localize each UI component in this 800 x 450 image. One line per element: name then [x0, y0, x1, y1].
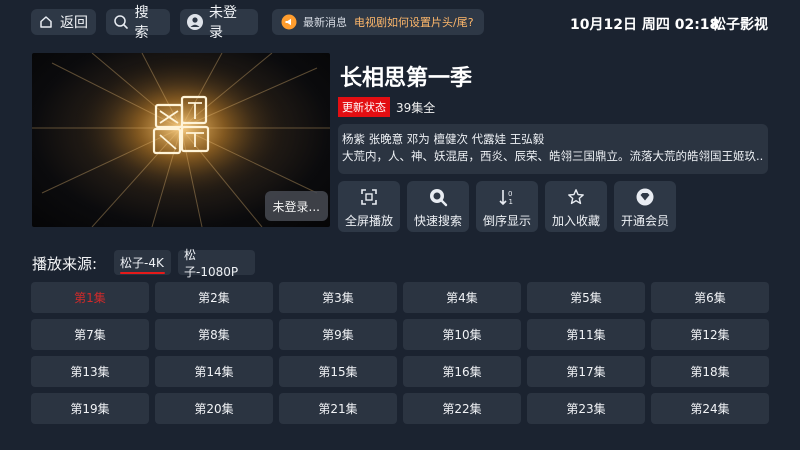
source-tab-label: 松子-4K: [120, 256, 164, 270]
episode-button[interactable]: 第11集: [527, 319, 645, 350]
selected-underline: [120, 272, 165, 274]
synopsis: 大荒内，人、神、妖混居，西炎、辰荣、皓翎三国鼎立。流落大荒的皓翎国王姬玖...: [342, 149, 764, 163]
episode-button[interactable]: 第16集: [403, 356, 521, 387]
fullscreen-icon: [359, 187, 379, 207]
source-tab-1080p[interactable]: 松子-1080P: [178, 248, 255, 279]
episode-button[interactable]: 第13集: [31, 356, 149, 387]
brand-name: 松子影视: [712, 17, 768, 33]
vip-button[interactable]: 开通会员: [614, 181, 676, 232]
star-icon: [566, 187, 586, 207]
episode-button[interactable]: 第19集: [31, 393, 149, 424]
action-bar: 全屏播放 快速搜索 01 倒序显示 加入收藏 开通会员: [338, 181, 676, 232]
news-text: 电视剧如何设置片头/尾?: [354, 16, 474, 29]
episode-button[interactable]: 第20集: [155, 393, 273, 424]
login-button[interactable]: 未登录: [180, 5, 258, 41]
episode-button[interactable]: 第21集: [279, 393, 397, 424]
episode-button[interactable]: 第3集: [279, 282, 397, 313]
action-label: 全屏播放: [344, 214, 393, 228]
episode-button[interactable]: 第8集: [155, 319, 273, 350]
episode-button[interactable]: 第24集: [651, 393, 769, 424]
search-label: 搜索: [134, 5, 149, 41]
user-icon: [186, 13, 204, 31]
status-row: 更新状态 39集全: [338, 97, 435, 117]
episode-button[interactable]: 第9集: [279, 319, 397, 350]
source-label: 播放来源:: [32, 255, 98, 273]
episode-button[interactable]: 第15集: [279, 356, 397, 387]
episode-button[interactable]: 第10集: [403, 319, 521, 350]
svg-text:0: 0: [508, 190, 512, 198]
show-title: 长相思第一季: [340, 66, 473, 91]
episode-button[interactable]: 第14集: [155, 356, 273, 387]
episode-grid: 第1集 第2集 第3集 第4集 第5集 第6集 第7集 第8集 第9集 第10集…: [31, 282, 769, 424]
search-icon: [112, 13, 130, 31]
vip-icon: [635, 187, 655, 207]
news-ticker[interactable]: 最新消息 电视剧如何设置片头/尾?: [272, 9, 484, 35]
search-button[interactable]: 搜索: [106, 5, 170, 41]
source-tab-label: 松子-1080P: [184, 247, 239, 279]
cast-list: 杨紫 张晚意 邓为 檀健次 代露娃 王弘毅: [342, 132, 545, 146]
back-label: 返回: [60, 15, 88, 31]
player-login-badge[interactable]: 未登录...: [264, 191, 328, 221]
reverse-order-button[interactable]: 01 倒序显示: [476, 181, 538, 232]
description-box[interactable]: 杨紫 张晚意 邓为 檀健次 代露娃 王弘毅 大荒内，人、神、妖混居，西炎、辰荣、…: [338, 124, 768, 174]
episode-button[interactable]: 第12集: [651, 319, 769, 350]
news-label: 最新消息: [303, 16, 347, 29]
episode-button[interactable]: 第2集: [155, 282, 273, 313]
episode-button[interactable]: 第22集: [403, 393, 521, 424]
episode-button[interactable]: 第23集: [527, 393, 645, 424]
episode-button[interactable]: 第4集: [403, 282, 521, 313]
episode-button[interactable]: 第18集: [651, 356, 769, 387]
action-label: 加入收藏: [551, 214, 600, 228]
action-label: 快速搜索: [413, 214, 462, 228]
episode-count: 39集全: [396, 100, 436, 115]
search-icon: [428, 187, 448, 207]
status-badge: 更新状态: [338, 97, 390, 117]
megaphone-icon: [280, 13, 298, 31]
login-label: 未登录: [209, 5, 237, 41]
clock: 10月12日 周四 02:18: [570, 17, 720, 33]
svg-text:1: 1: [509, 198, 513, 206]
episode-button[interactable]: 第7集: [31, 319, 149, 350]
home-icon: [37, 13, 55, 31]
episode-button[interactable]: 第1集: [31, 282, 149, 313]
episode-button[interactable]: 第5集: [527, 282, 645, 313]
sort-icon: 01: [497, 187, 517, 207]
fullscreen-button[interactable]: 全屏播放: [338, 181, 400, 232]
video-player[interactable]: 未登录...: [32, 53, 330, 227]
action-label: 开通会员: [620, 214, 669, 228]
favorite-button[interactable]: 加入收藏: [545, 181, 607, 232]
source-tab-4k[interactable]: 松子-4K: [114, 250, 171, 275]
episode-button[interactable]: 第17集: [527, 356, 645, 387]
quick-search-button[interactable]: 快速搜索: [407, 181, 469, 232]
back-button[interactable]: 返回: [31, 9, 96, 35]
episode-button[interactable]: 第6集: [651, 282, 769, 313]
top-bar: 返回 搜索 未登录 最新消息 电视剧如何设置片头/尾? 10月12日 周四 02…: [0, 0, 800, 44]
action-label: 倒序显示: [482, 214, 531, 228]
